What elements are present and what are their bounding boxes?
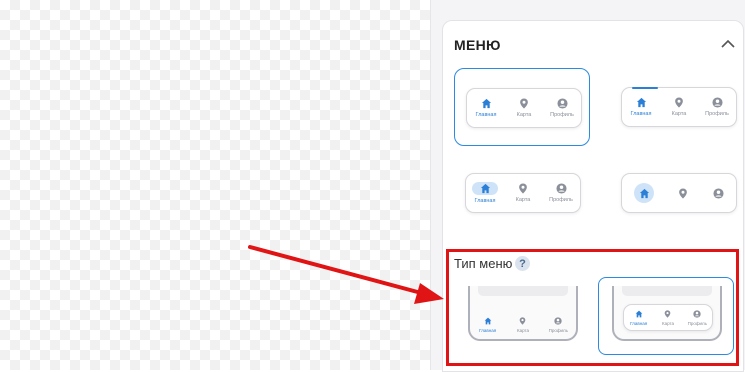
nav-item-profile: Профиль	[545, 98, 579, 118]
nav-preview: Главная Карта Профиль	[466, 88, 582, 128]
preview-canvas	[0, 0, 430, 370]
chevron-up-icon[interactable]	[721, 39, 735, 49]
home-icon	[636, 97, 646, 108]
home-icon	[480, 183, 490, 194]
nav-label-home: Главная	[475, 112, 497, 118]
active-bubble	[472, 182, 498, 195]
menu-style-option-1[interactable]: Главная Карта Профиль	[454, 68, 590, 146]
menu-style-option-3[interactable]: Главная Карта Профиль	[454, 155, 590, 233]
section-title: МЕНЮ	[454, 37, 501, 53]
map-pin-icon	[519, 183, 527, 194]
nav-label-map: Карта	[516, 112, 532, 118]
menu-style-option-4[interactable]	[607, 155, 743, 233]
nav-label-home: Главная	[474, 198, 496, 204]
nav-preview: Главная Карта Профиль	[465, 173, 581, 213]
profile-icon	[555, 183, 567, 194]
profile-icon	[713, 187, 724, 199]
nav-label-profile: Профиль	[705, 111, 729, 117]
home-icon	[481, 98, 491, 109]
profile-icon	[711, 97, 723, 108]
nav-item-home: Главная	[469, 98, 503, 118]
nav-item-home: Главная	[624, 97, 658, 117]
map-pin-icon	[679, 187, 688, 199]
nav-label-profile: Профиль	[549, 197, 573, 203]
nav-label-map: Карта	[515, 197, 531, 203]
nav-preview: Главная Карта Профиль	[621, 87, 737, 127]
nav-preview	[621, 173, 737, 213]
nav-label-profile: Профиль	[550, 112, 574, 118]
nav-item-profile: Профиль	[700, 97, 734, 117]
nav-item-map: Карта	[506, 183, 540, 203]
active-indicator	[632, 87, 658, 89]
menu-style-option-2[interactable]: Главная Карта Профиль	[607, 68, 743, 146]
nav-item-map: Карта	[662, 97, 696, 117]
nav-label-home: Главная	[630, 111, 652, 117]
profile-icon	[556, 98, 568, 109]
active-circle	[634, 183, 655, 203]
map-pin-icon	[520, 98, 528, 109]
nav-label-map: Карта	[671, 111, 687, 117]
highlight-box	[446, 249, 739, 366]
nav-item-home: Главная	[468, 182, 502, 204]
nav-item-map: Карта	[507, 98, 541, 118]
nav-item-profile: Профиль	[544, 183, 578, 203]
home-icon	[639, 188, 649, 198]
map-pin-icon	[675, 97, 683, 108]
